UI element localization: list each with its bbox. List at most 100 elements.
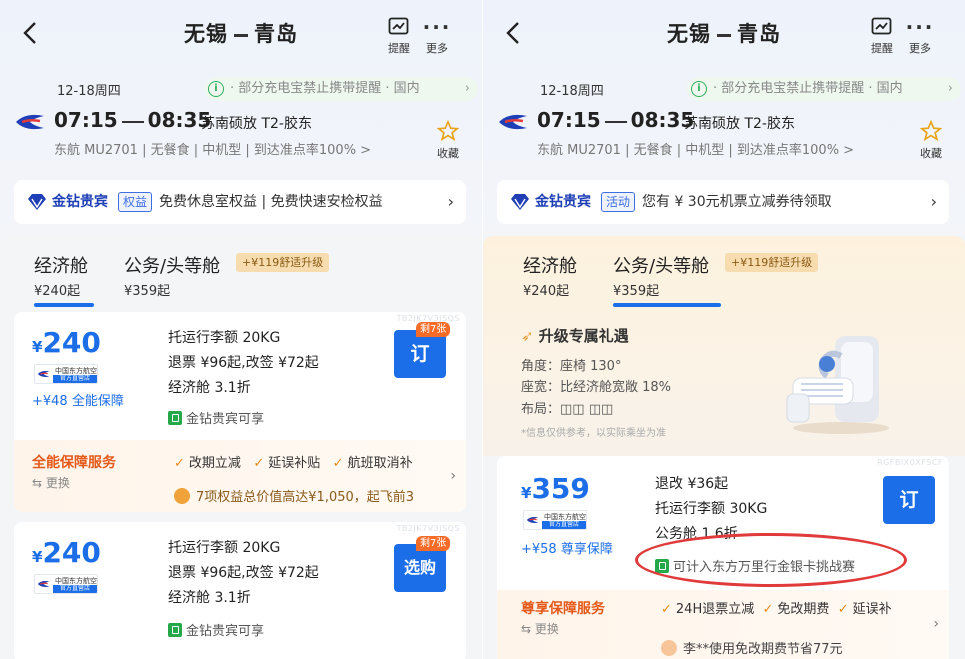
vip-text: 免费休息室权益 | 免费快速安检权益 [159,194,383,210]
fare-details: 托运行李额 20KG 退票 ¥96起,改签 ¥72起 经济舱 3.1折 [168,330,319,396]
departure-time: 07:15 [54,108,118,132]
swap-button[interactable]: ⇆ 更换 [32,474,70,491]
remind-button[interactable]: 提醒 [865,14,899,56]
swap-button[interactable]: ⇆ 更换 [521,620,559,637]
diamond-icon [28,194,46,210]
airline-store-logo: 中国东方航空 官方直营店 [34,574,98,594]
origin-city: 无锡 [184,22,228,46]
info-icon: i [691,80,707,97]
price-alert-icon [388,17,409,35]
info-icon: i [208,80,224,97]
ticket-price: ¥240 [32,536,101,569]
tab-business-first[interactable]: 公务/头等舱 ¥359起 [613,252,721,307]
chevron-right-icon: › [450,468,456,484]
tab-price: ¥240起 [523,284,570,299]
tab-price: ¥359起 [613,284,660,299]
flight-times: 07:15 08:35 [54,108,211,132]
favorite-button[interactable]: 收藏 [915,119,947,161]
seat-layout: 布局：◫◫ ◫◫ [521,402,614,417]
departure-time: 07:15 [537,108,601,132]
flight-date: 12-18周四 [57,84,121,99]
favorite-button[interactable]: 收藏 [432,119,464,161]
ticket-price: ¥240 [32,326,101,359]
service-section[interactable]: 全能保障服务 ⇆ 更换 ✓ 改期立减 ✓ 延误补贴 ✓ 航班取消补 7项权益总价值高达… [14,440,466,512]
vip-coupon-bar[interactable]: 金钻贵宾 活动 您有 ¥ 30元机票立减券待领取 › [497,180,949,224]
tab-economy[interactable]: 经济舱 ¥240起 [523,252,577,299]
select-button[interactable]: 选购 [394,544,446,592]
vip-title: 金钻贵宾 [52,194,108,210]
china-eastern-logo-icon [499,114,527,130]
guarantee-link[interactable]: +¥48 全能保障 [32,390,124,409]
airports: 苏南硕放 T2-胶东 [201,116,312,132]
airline-store-logo: 中国东方航空 官方直营店 [34,364,98,384]
service-note: 李**使用免改期费节省77元 [661,638,843,657]
flight-times: 07:15 08:35 [537,108,694,132]
tab-business-first[interactable]: 公务/头等舱 ¥359起 [124,252,220,299]
notice-banner[interactable]: i · 部分充电宝禁止携带提醒 · 国内 › [204,77,478,101]
thumb-icon [168,411,182,425]
upgrade-badge[interactable]: +¥119舒适升级 [236,253,330,272]
thumb-icon [168,623,182,637]
upgrade-disclaimer: *信息仅供参考，以实际乘坐为准 [521,428,666,439]
ticket-price: ¥359 [521,472,590,505]
highlight-annotation [635,533,907,587]
favorite-label: 收藏 [437,147,459,160]
remaining-badge: 剩7张 [416,536,451,551]
chevron-right-icon: › [447,192,454,211]
more-button[interactable]: ··· 更多 [903,14,937,56]
flight-details[interactable]: 东航 MU2701 | 无餐食 | 中机型 | 到达准点率100% > [537,139,854,158]
user-avatar-icon [661,640,677,656]
tab-active-indicator [613,303,721,307]
diamond-icon [511,194,529,210]
more-button[interactable]: ··· 更多 [420,14,454,56]
notice-banner[interactable]: i · 部分充电宝禁止携带提醒 · 国内 › [687,77,961,101]
flight-date: 12-18周四 [540,84,604,99]
tab-name: 经济舱 [523,256,577,277]
vip-title: 金钻贵宾 [535,194,591,210]
vip-tag: 活动 [601,192,636,212]
china-eastern-logo-icon [37,371,50,377]
tab-name: 公务/头等舱 [613,256,710,277]
business-seat-image [786,336,889,434]
china-eastern-logo-icon [16,114,44,130]
service-section[interactable]: 尊享保障服务 ⇆ 更换 ✓ 24H退票立减 ✓ 免改期费 ✓ 延误补 李**使用免改期… [497,590,949,659]
vip-text: 您有 ¥ 30元机票立减券待领取 [642,194,832,210]
notice-text: · 部分充电宝禁止携带提醒 · 国内 [230,81,420,96]
airports: 苏南硕放 T2-胶东 [684,116,795,132]
tab-name: 经济舱 [34,256,88,277]
tab-active-indicator [34,303,94,307]
vip-tag: 权益 [118,192,153,212]
seat-width: 座宽：比经济舱宽敞 18% [521,380,672,395]
star-icon [436,119,460,142]
remind-button[interactable]: 提醒 [382,14,416,56]
destination-city: 青岛 [737,22,781,46]
more-label: 更多 [909,42,931,55]
more-label: 更多 [426,42,448,55]
book-button[interactable]: 订 [883,476,935,524]
tab-price: ¥359起 [124,284,171,299]
vip-benefit-bar[interactable]: 金钻贵宾 权益 免费休息室权益 | 免费快速安检权益 › [14,180,466,224]
book-button[interactable]: 订 [394,330,446,378]
notice-text: · 部分充电宝禁止携带提醒 · 国内 [713,81,903,96]
china-eastern-logo-icon [37,581,50,587]
chevron-right-icon: › [947,81,953,96]
tab-price: ¥240起 [34,284,81,299]
airline-store-logo: 中国东方航空 官方直营店 [523,510,587,530]
upgrade-badge[interactable]: +¥119舒适升级 [725,253,819,272]
service-title: 尊享保障服务 [521,601,605,617]
flight-details[interactable]: 东航 MU2701 | 无餐食 | 中机型 | 到达准点率100% > [54,139,371,158]
service-title: 全能保障服务 [32,455,116,471]
favorite-label: 收藏 [920,147,942,160]
chevron-right-icon: › [930,192,937,211]
more-dots-icon: ··· [905,15,935,39]
service-note: 7项权益总价值高达¥1,050，起飞前3 [174,486,414,505]
top-bar: 无锡 青岛 提醒 ··· 更多 [0,0,482,66]
fare-code: TB2JK7V3JSQS [396,524,460,533]
guarantee-link[interactable]: +¥58 尊享保障 [521,538,613,557]
tab-economy[interactable]: 经济舱 ¥240起 [34,252,94,307]
star-icon [919,119,943,142]
service-items: ✓ 改期立减 ✓ 延误补贴 ✓ 航班取消补 [174,456,413,471]
remaining-badge: 剩7张 [416,322,451,337]
chevron-right-icon: › [464,81,470,96]
more-dots-icon: ··· [422,15,452,39]
